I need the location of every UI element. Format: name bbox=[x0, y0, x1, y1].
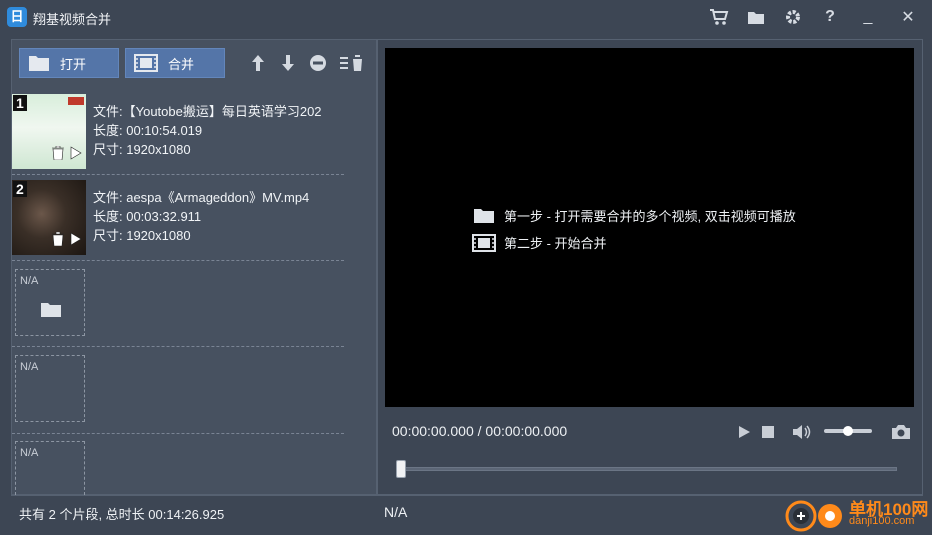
play-icon[interactable] bbox=[70, 232, 82, 246]
step-one: 第一步 - 打开需要合并的多个视频, 双击视频可播放 bbox=[472, 206, 796, 225]
trash-icon[interactable] bbox=[52, 232, 64, 246]
merge-button-label: 合并 bbox=[168, 56, 195, 72]
empty-slot[interactable]: N/A bbox=[15, 269, 85, 336]
step-two-text: 第二步 - 开始合并 bbox=[504, 236, 607, 251]
list-item[interactable]: 2 文件: aespa《Armageddon》MV.mp4 长度: 00:03:… bbox=[12, 175, 344, 261]
window-title: 翔基视频合并 bbox=[33, 12, 112, 27]
list-item[interactable]: 1 文件:【Youtobe搬运】每日英语学习202 长度: 00:10:54.0… bbox=[12, 89, 344, 175]
close-icon[interactable]: ✕ bbox=[896, 6, 920, 28]
clip-duration: 长度: 00:10:54.019 bbox=[93, 123, 203, 138]
merge-button[interactable]: 合并 bbox=[125, 48, 225, 78]
minimize-icon[interactable]: _ bbox=[856, 6, 880, 28]
volume-slider-handle[interactable] bbox=[843, 426, 853, 436]
cart-icon[interactable] bbox=[707, 6, 731, 28]
help-icon[interactable]: ? bbox=[818, 6, 842, 28]
status-summary: 共有 2 个片段, 总时长 00:14:26.925 bbox=[11, 495, 377, 535]
preview-panel: 第一步 - 打开需要合并的多个视频, 双击视频可播放 第二步 - 开始合并 00… bbox=[377, 39, 923, 495]
clip-toolbar: 打开 合并 bbox=[12, 40, 378, 88]
step-one-text: 第一步 - 打开需要合并的多个视频, 双击视频可播放 bbox=[504, 209, 796, 224]
clip-list-panel: 打开 合并 1 文件:【Youtobe搬运】每日英语学习202 长度: 00:1… bbox=[11, 39, 377, 495]
empty-slot[interactable]: N/A bbox=[15, 441, 85, 495]
play-icon[interactable] bbox=[70, 146, 82, 160]
step-two: 第二步 - 开始合并 bbox=[472, 233, 607, 252]
volume-icon[interactable] bbox=[791, 421, 813, 443]
seek-bar[interactable] bbox=[396, 460, 897, 478]
slot-divider bbox=[12, 346, 344, 347]
clip-file: 文件:【Youtobe搬运】每日英语学习202 bbox=[93, 104, 322, 119]
clip-file: 文件: aespa《Armageddon》MV.mp4 bbox=[93, 190, 310, 205]
empty-slot[interactable]: N/A bbox=[15, 355, 85, 422]
slot-label: N/A bbox=[20, 275, 39, 287]
app-logo-icon: 日 bbox=[7, 7, 27, 27]
slot-divider bbox=[12, 433, 344, 434]
watermark-url: danji100.com bbox=[849, 515, 915, 527]
clear-list-icon[interactable] bbox=[338, 52, 366, 74]
clip-size: 尺寸: 1920x1080 bbox=[93, 142, 191, 157]
play-icon[interactable] bbox=[733, 421, 755, 443]
camera-icon[interactable] bbox=[890, 421, 912, 443]
timecode: 00:00:00.000 / 00:00:00.000 bbox=[392, 423, 568, 439]
clip-info: 文件:【Youtobe搬运】每日英语学习202 长度: 00:10:54.019… bbox=[93, 102, 343, 159]
slot-label: N/A bbox=[20, 361, 39, 373]
folder-icon bbox=[29, 56, 49, 71]
clip-duration: 长度: 00:03:32.911 bbox=[93, 209, 202, 224]
move-down-icon[interactable] bbox=[277, 52, 299, 74]
film-icon bbox=[472, 233, 496, 252]
move-up-icon[interactable] bbox=[247, 52, 269, 74]
gear-icon[interactable] bbox=[781, 6, 805, 28]
stop-icon[interactable] bbox=[757, 421, 779, 443]
clip-number: 1 bbox=[13, 95, 27, 111]
title-bar: 日 翔基视频合并 ? _ ✕ bbox=[0, 0, 932, 36]
folder-icon[interactable] bbox=[744, 6, 768, 28]
seek-bar-handle[interactable] bbox=[396, 460, 406, 478]
remove-icon[interactable] bbox=[307, 52, 329, 74]
open-button-label: 打开 bbox=[60, 56, 87, 72]
clip-size: 尺寸: 1920x1080 bbox=[93, 228, 191, 243]
watermark-logo bbox=[785, 500, 842, 532]
slot-label: N/A bbox=[20, 447, 39, 459]
video-preview[interactable]: 第一步 - 打开需要合并的多个视频, 双击视频可播放 第二步 - 开始合并 bbox=[385, 48, 914, 407]
folder-icon[interactable] bbox=[40, 301, 62, 318]
trash-icon[interactable] bbox=[52, 146, 64, 160]
clip-number: 2 bbox=[13, 181, 27, 197]
volume-slider[interactable] bbox=[824, 426, 872, 436]
film-icon bbox=[134, 54, 158, 72]
watermark: 单机100网 danji100.com bbox=[783, 490, 932, 535]
open-button[interactable]: 打开 bbox=[19, 48, 119, 78]
clip-info: 文件: aespa《Armageddon》MV.mp4 长度: 00:03:32… bbox=[93, 188, 343, 245]
folder-icon bbox=[472, 207, 496, 225]
